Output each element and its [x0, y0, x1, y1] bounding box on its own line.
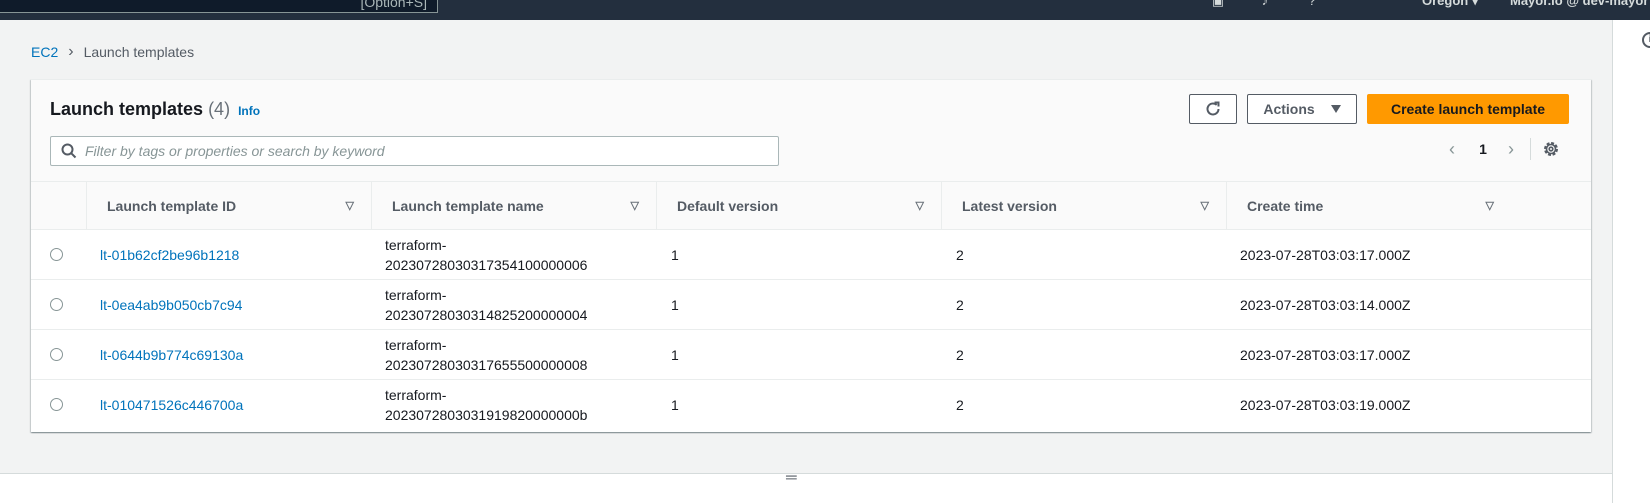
latest-version-cell: 2: [956, 247, 964, 263]
search-icon: [61, 143, 77, 159]
help-panel-rail: [1612, 20, 1650, 503]
column-header-label: Latest version: [962, 198, 1057, 214]
breadcrumb-ec2-link[interactable]: EC2: [31, 44, 58, 60]
global-search-shortcut[interactable]: [Option+S]: [0, 0, 438, 13]
column-header-default-version[interactable]: Default version ▽: [656, 182, 941, 230]
sort-icon[interactable]: ▽: [346, 182, 354, 230]
breadcrumb-separator-icon: ›: [68, 43, 74, 60]
caret-down-icon: [1330, 105, 1341, 113]
help-icon[interactable]: ?: [1303, 0, 1321, 8]
sort-icon[interactable]: ▽: [1201, 182, 1209, 230]
latest-version-cell: 2: [956, 397, 964, 413]
row-select-radio[interactable]: [50, 298, 63, 311]
column-header-label: Default version: [677, 198, 779, 214]
refresh-button[interactable]: [1189, 94, 1237, 124]
page-title: Launch templates (4) Info: [50, 99, 260, 120]
column-header-latest-version[interactable]: Latest version ▽: [941, 182, 1226, 230]
actions-button[interactable]: Actions: [1247, 94, 1357, 124]
gear-icon[interactable]: [1541, 139, 1561, 159]
pager-divider: [1530, 138, 1531, 160]
template-id-link[interactable]: lt-0644b9b774c69130a: [100, 330, 243, 380]
template-name-line: 20230728030317655500000008: [385, 357, 588, 373]
title-text: Launch templates: [50, 99, 204, 119]
template-name-cell: terraform- 20230728030317655500000008: [385, 330, 587, 380]
template-name-cell: terraform- 2023072803031919820000000b: [385, 380, 587, 430]
default-version-cell: 1: [671, 247, 679, 263]
template-name-line: terraform-: [385, 287, 447, 303]
drag-handle-icon[interactable]: ═: [786, 470, 797, 485]
template-name-line: 20230728030314825200000004: [385, 307, 588, 323]
row-select-radio[interactable]: [50, 248, 63, 261]
split-panel-area: [0, 474, 1612, 503]
column-header-name[interactable]: Launch template name ▽: [371, 182, 656, 230]
table-header: Launch template ID ▽ Launch template nam…: [31, 182, 1591, 230]
select-column-header: [31, 182, 86, 230]
template-name-line: 2023072803031919820000000b: [385, 407, 588, 423]
title-count: (4): [208, 99, 231, 119]
launch-templates-panel: Launch templates (4) Info Actions Create…: [31, 79, 1591, 432]
sort-icon[interactable]: ▽: [631, 182, 639, 230]
row-select-radio[interactable]: [50, 348, 63, 361]
actions-label: Actions: [1263, 101, 1315, 117]
default-version-cell: 1: [671, 347, 679, 363]
template-name-line: terraform-: [385, 387, 447, 403]
sort-icon[interactable]: ▽: [916, 182, 924, 230]
create-time-cell: 2023-07-28T03:03:17.000Z: [1240, 347, 1411, 363]
table-row[interactable]: lt-010471526c446700a terraform- 202307280…: [31, 380, 1591, 430]
create-launch-template-button[interactable]: Create launch template: [1367, 94, 1569, 124]
column-header-create-time[interactable]: Create time ▽: [1226, 182, 1511, 230]
top-navigation-bar: [Option+S] ▣ ♪ ? Oregon ▾ Mayor.io @ dev…: [0, 0, 1650, 20]
latest-version-cell: 2: [956, 347, 964, 363]
default-version-cell: 1: [671, 297, 679, 313]
template-name-line: terraform-: [385, 237, 447, 253]
create-time-cell: 2023-07-28T03:03:19.000Z: [1240, 397, 1411, 413]
template-id-link[interactable]: lt-010471526c446700a: [100, 380, 243, 430]
column-header-label: Launch template name: [392, 198, 544, 214]
region-selector[interactable]: Oregon ▾: [1422, 0, 1478, 9]
template-name-cell: terraform- 20230728030314825200000004: [385, 280, 587, 330]
filter-search-box: [50, 136, 779, 166]
search-input[interactable]: [85, 137, 765, 165]
template-name-line: terraform-: [385, 337, 447, 353]
cloudshell-icon[interactable]: ▣: [1209, 0, 1227, 8]
default-version-cell: 1: [671, 397, 679, 413]
refresh-icon: [1206, 101, 1220, 116]
table-row[interactable]: lt-0644b9b774c69130a terraform- 202307280…: [31, 330, 1591, 380]
account-menu[interactable]: Mayor.io @ dev-mayor ▾: [1510, 0, 1650, 9]
panel-header: Launch templates (4) Info Actions Create…: [31, 80, 1591, 182]
latest-version-cell: 2: [956, 297, 964, 313]
info-link[interactable]: Info: [238, 104, 260, 118]
next-page-icon[interactable]: ›: [1502, 137, 1520, 161]
template-id-link[interactable]: lt-0ea4ab9b050cb7c94: [100, 280, 242, 330]
column-header-label: Launch template ID: [107, 198, 237, 214]
column-header-id[interactable]: Launch template ID ▽: [86, 182, 371, 230]
create-time-cell: 2023-07-28T03:03:14.000Z: [1240, 297, 1411, 313]
sort-icon[interactable]: ▽: [1486, 182, 1494, 230]
current-page-number[interactable]: 1: [1476, 137, 1490, 161]
notifications-icon[interactable]: ♪: [1256, 0, 1274, 8]
column-header-label: Create time: [1247, 198, 1324, 214]
table-row[interactable]: lt-01b62cf2be96b1218 terraform- 202307280…: [31, 230, 1591, 280]
template-name-line: 20230728030317354100000006: [385, 257, 588, 273]
create-time-cell: 2023-07-28T03:03:17.000Z: [1240, 247, 1411, 263]
table-row[interactable]: lt-0ea4ab9b050cb7c94 terraform- 202307280…: [31, 280, 1591, 330]
breadcrumb: EC2 › Launch templates: [31, 43, 194, 61]
previous-page-icon[interactable]: ‹: [1443, 137, 1461, 161]
template-id-link[interactable]: lt-01b62cf2be96b1218: [100, 230, 239, 280]
breadcrumb-current: Launch templates: [83, 44, 195, 60]
row-select-radio[interactable]: [50, 398, 63, 411]
template-name-cell: terraform- 20230728030317354100000006: [385, 230, 587, 280]
